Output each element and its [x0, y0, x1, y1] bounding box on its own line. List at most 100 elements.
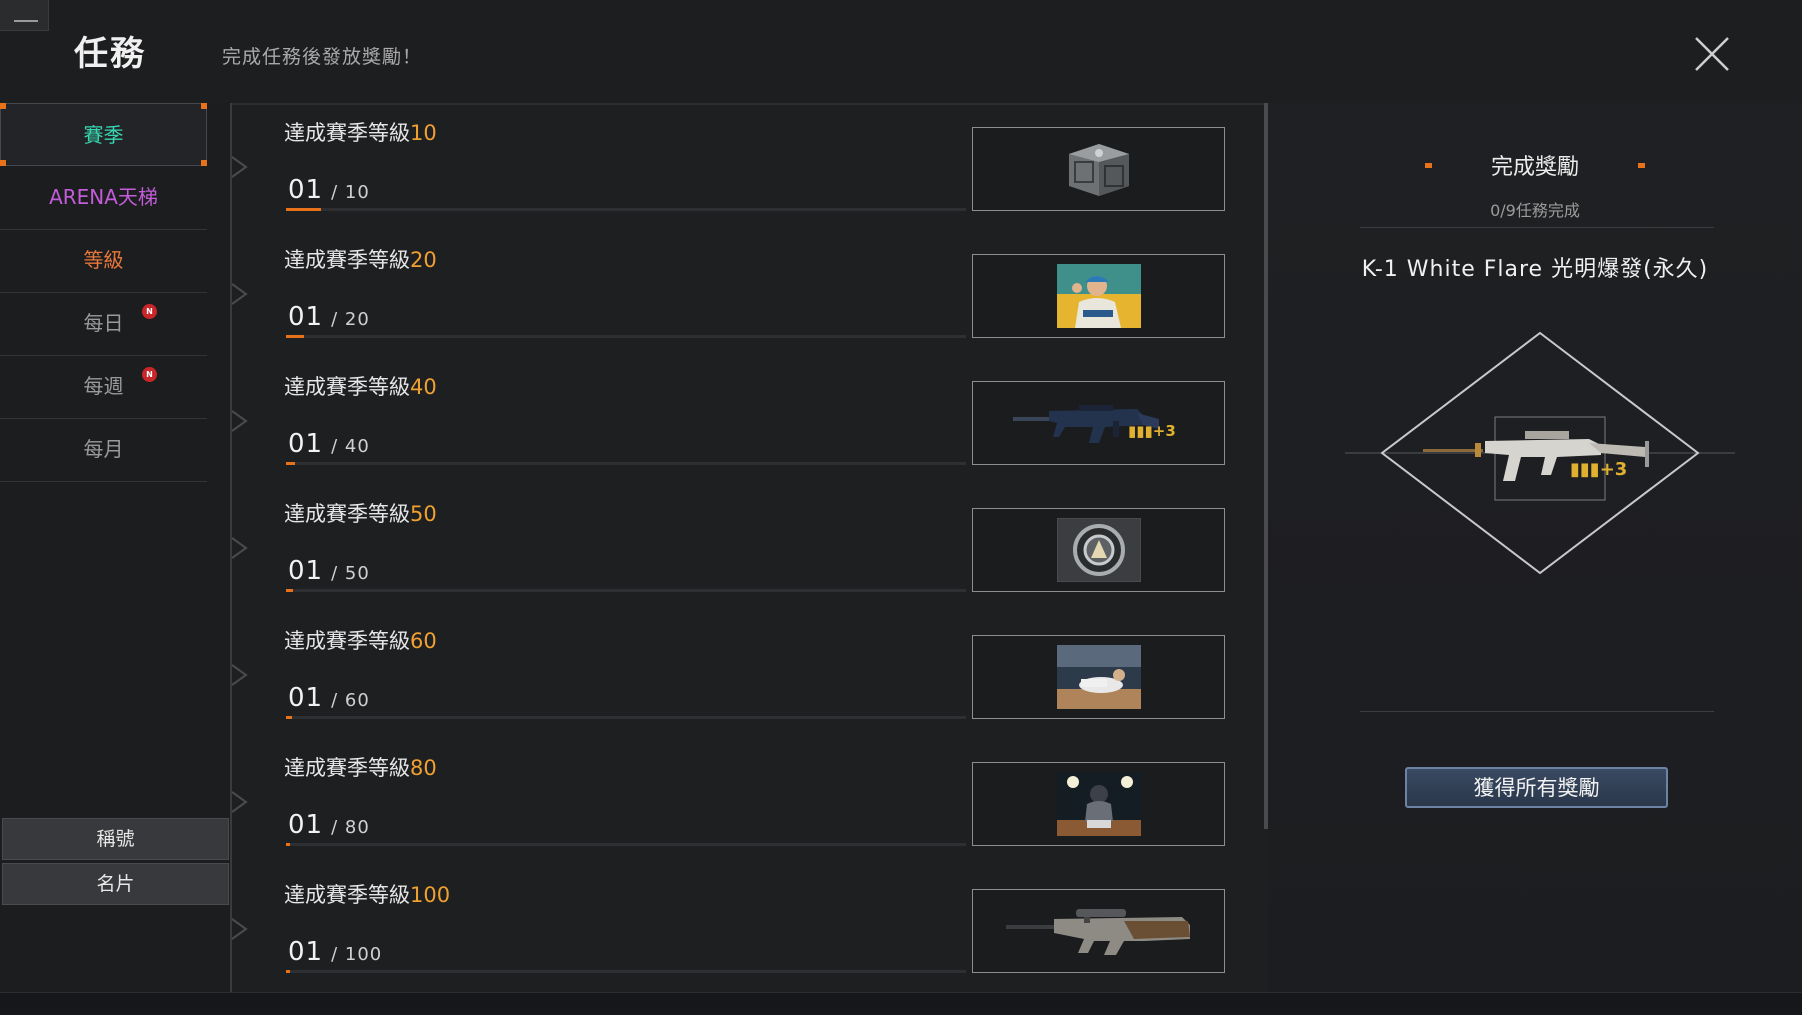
reward-item-name: K-1 White Flare 光明爆發(永久)	[1361, 257, 1709, 282]
mission-progress-text: 01/ 10	[288, 175, 370, 205]
new-badge: N	[142, 367, 157, 382]
close-icon	[1695, 37, 1729, 71]
reward-item-display: ▮▮▮+3	[1345, 331, 1735, 575]
page-subtitle: 完成任務後發放獎勵！	[222, 46, 423, 68]
catcher-card-icon	[1056, 772, 1141, 836]
mission-level: 20	[410, 248, 437, 272]
mission-completion-count: 0/9任務完成	[1490, 201, 1580, 220]
claim-all-rewards-button[interactable]: 獲得所有獎勵	[1405, 767, 1668, 808]
tab-daily[interactable]: 每日 N	[0, 292, 207, 356]
mission-progress-text: 01/ 20	[288, 302, 370, 332]
new-badge: N	[142, 304, 157, 319]
tab-monthly-label: 每月	[83, 437, 124, 461]
mission-level: 40	[410, 375, 437, 399]
mission-level: 50	[410, 502, 437, 526]
minimize-button[interactable]	[0, 0, 49, 31]
tab-level[interactable]: 等級	[0, 229, 207, 293]
reward-slot[interactable]	[972, 762, 1225, 846]
corner-mark	[201, 103, 207, 109]
reward-panel: 完成獎勵 0/9任務完成 K-1 White Flare 光明爆發(永久) ▮▮…	[1268, 103, 1802, 993]
reward-panel-title: 完成獎勵	[1490, 155, 1579, 180]
reward-diamond-frame	[1345, 331, 1735, 575]
reward-slot[interactable]: ▮▮▮+3	[972, 381, 1225, 465]
row-arrow-icon	[232, 156, 248, 178]
mission-row: 達成賽季等級50 01/ 50	[232, 484, 1267, 611]
tab-monthly[interactable]: 每月	[0, 418, 207, 482]
tab-daily-label: 每日	[83, 311, 124, 335]
rookie-card-icon	[1056, 264, 1141, 328]
progress-fill	[286, 589, 294, 592]
baseball-slide-card-icon	[1056, 645, 1141, 709]
mission-title: 達成賽季等級60	[284, 629, 437, 653]
titles-button[interactable]: 稱號	[2, 818, 229, 860]
mission-progress-text: 01/ 60	[288, 683, 370, 713]
tab-level-label: 等級	[83, 248, 124, 272]
progress-bar	[286, 589, 966, 592]
name-card-button[interactable]: 名片	[2, 863, 229, 905]
mission-title: 達成賽季等級100	[284, 883, 451, 907]
mission-level: 100	[410, 883, 451, 907]
progress-bar	[286, 208, 966, 211]
row-arrow-icon	[232, 918, 248, 940]
progress-bar	[286, 843, 966, 846]
row-arrow-icon	[232, 410, 248, 432]
progress-bar	[286, 335, 966, 338]
bottom-strip	[0, 992, 1802, 1015]
minimize-icon	[14, 20, 38, 22]
emblem-icon	[1056, 518, 1141, 582]
mission-level: 10	[410, 121, 437, 145]
header: 任務 完成任務後發放獎勵！	[0, 0, 1802, 105]
mission-progress-text: 01/ 40	[288, 429, 370, 459]
mission-row: 達成賽季等級10 01/ 10	[232, 103, 1267, 230]
mission-progress-text: 01/ 80	[288, 810, 370, 840]
mission-row: 達成賽季等級40 01/ 40 ▮▮▮+3	[232, 357, 1267, 484]
mission-title: 達成賽季等級80	[284, 756, 437, 780]
progress-bar	[286, 970, 966, 973]
progress-fill	[286, 716, 292, 719]
ammo-bonus-badge: ▮▮▮+3	[1128, 422, 1176, 440]
tab-season-label: 賽季	[83, 123, 124, 147]
ammo-bonus-badge: ▮▮▮+3	[1570, 459, 1628, 480]
reward-slot[interactable]	[972, 254, 1225, 338]
sidebar: 賽季 ARENA天梯 等級 每日 N 每週 N 每月 稱號 名片	[0, 103, 232, 993]
tab-season[interactable]: 賽季	[0, 103, 207, 166]
corner-mark	[0, 103, 6, 109]
row-arrow-icon	[232, 791, 248, 813]
mission-row: 達成賽季等級60 01/ 60	[232, 611, 1267, 738]
page-title: 任務	[74, 34, 146, 74]
mission-level: 60	[410, 629, 437, 653]
tab-arena-ladder-label: ARENA天梯	[49, 185, 158, 209]
reward-slot[interactable]	[972, 889, 1225, 973]
row-arrow-icon	[232, 537, 248, 559]
divider	[1360, 227, 1714, 228]
mission-title: 達成賽季等級50	[284, 502, 437, 526]
mission-title: 達成賽季等級40	[284, 375, 437, 399]
close-button[interactable]	[1690, 32, 1734, 76]
progress-bar	[286, 462, 966, 465]
mission-progress-text: 01/ 100	[288, 937, 383, 967]
tab-arena-ladder[interactable]: ARENA天梯	[0, 166, 207, 230]
row-arrow-icon	[232, 283, 248, 305]
mission-row: 達成賽季等級80 01/ 80	[232, 738, 1267, 865]
tab-weekly-label: 每週	[83, 374, 124, 398]
tab-weekly[interactable]: 每週 N	[0, 355, 207, 419]
reward-slot[interactable]	[972, 508, 1225, 592]
progress-fill	[286, 843, 291, 846]
mission-row: 達成賽季等級20 01/ 20	[232, 230, 1267, 357]
mission-progress-text: 01/ 50	[288, 556, 370, 586]
crate-icon	[1068, 144, 1129, 196]
progress-fill	[286, 335, 304, 338]
bullpup-rifle-icon	[1005, 909, 1190, 955]
title-dot	[1638, 163, 1645, 168]
progress-bar	[286, 716, 966, 719]
mission-title: 達成賽季等級20	[284, 248, 437, 272]
progress-fill	[286, 462, 295, 465]
mission-list: 達成賽季等級10 01/ 10 達成賽季等級20 01/ 20 達成賽季等級40…	[232, 103, 1267, 993]
reward-slot[interactable]	[972, 127, 1225, 211]
progress-fill	[286, 208, 322, 211]
mission-level: 80	[410, 756, 437, 780]
mission-row: 達成賽季等級100 01/ 100	[232, 865, 1267, 992]
progress-fill	[286, 970, 290, 973]
reward-slot[interactable]	[972, 635, 1225, 719]
divider	[1360, 711, 1714, 712]
